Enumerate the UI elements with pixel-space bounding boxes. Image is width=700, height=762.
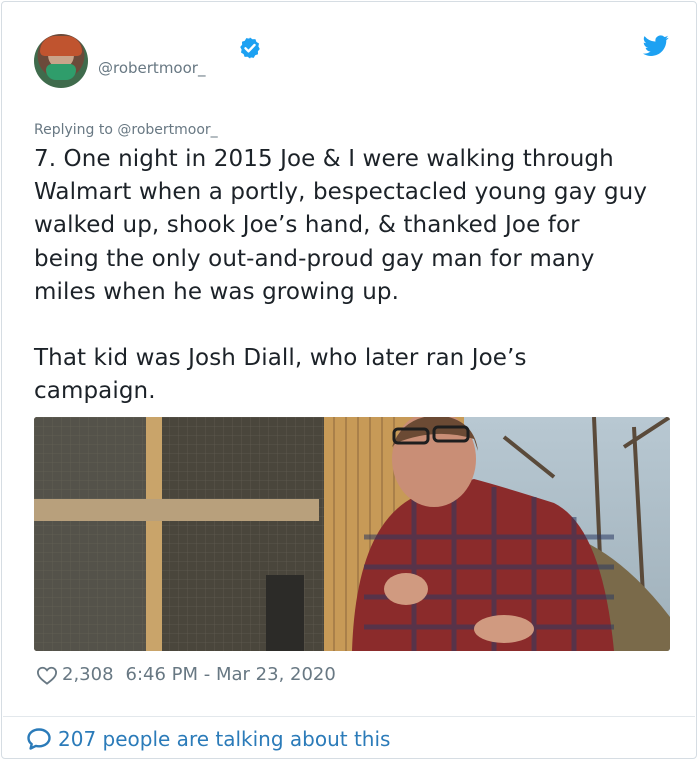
like-count: 2,308	[62, 664, 114, 685]
divider	[3, 716, 695, 717]
verified-badge-icon	[240, 37, 260, 59]
heart-icon[interactable]	[36, 665, 58, 685]
tweet-timestamp[interactable]: 6:46 PM - Mar 23, 2020	[126, 664, 336, 685]
talking-count[interactable]: 207 people are talking about this	[58, 727, 390, 751]
speech-bubble-icon	[27, 728, 51, 750]
twitter-bird-icon[interactable]	[643, 35, 669, 57]
conversation-link[interactable]: 207 people are talking about this	[26, 727, 390, 751]
tweet-meta: 2,308 6:46 PM - Mar 23, 2020	[36, 664, 336, 685]
tweet-photo[interactable]	[34, 417, 670, 651]
author-handle[interactable]: @robertmoor_	[98, 59, 205, 77]
replying-to[interactable]: Replying to @robertmoor_	[34, 122, 218, 138]
photo-scene	[34, 417, 670, 651]
tweet-text: 7. One night in 2015 Joe & I were walkin…	[34, 146, 648, 405]
avatar[interactable]	[34, 34, 88, 88]
tweet-card: @robertmoor_ Replying to @robertmoor_ 7.…	[1, 1, 697, 759]
